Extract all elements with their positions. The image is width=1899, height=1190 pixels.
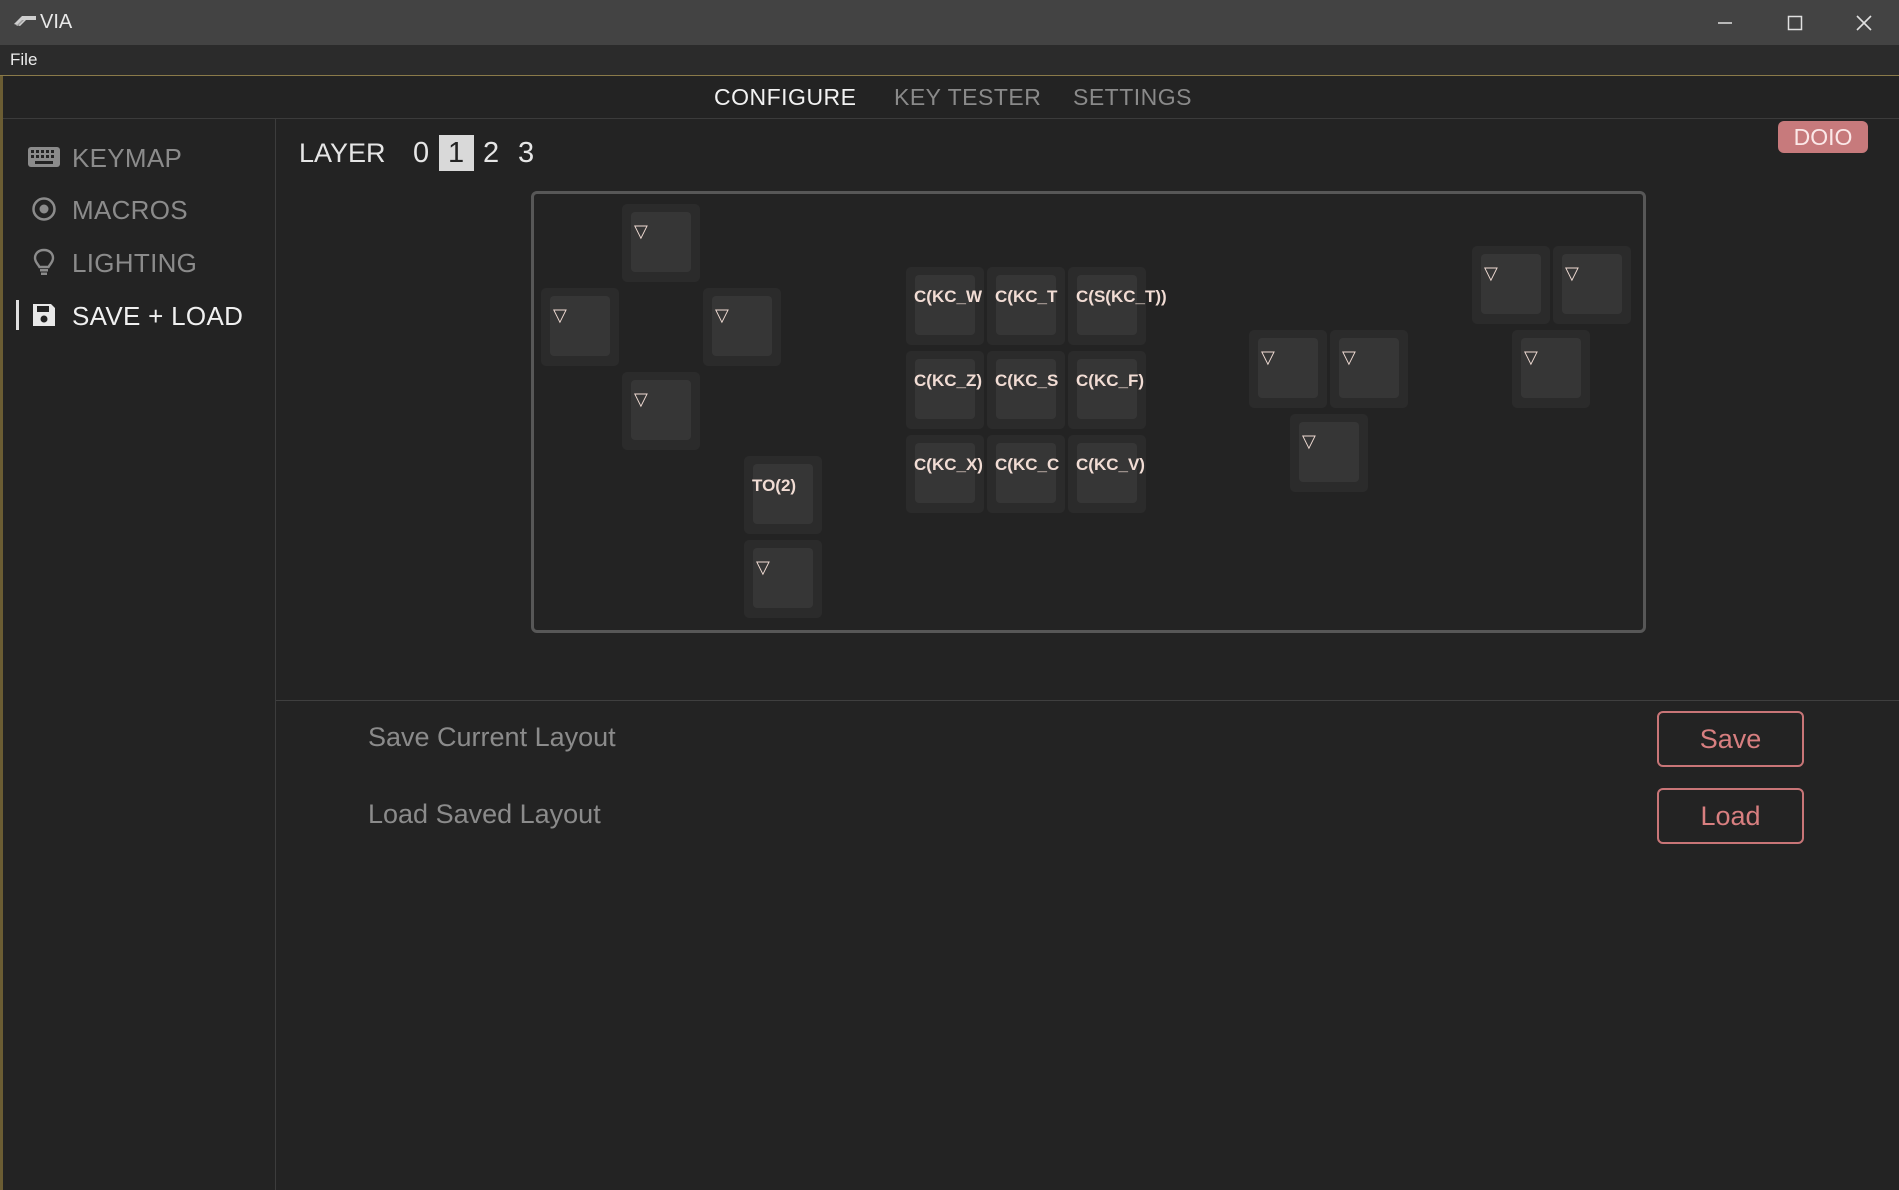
app-logo-icon — [14, 16, 36, 26]
key-grid-6[interactable]: C(KC_F) — [1068, 351, 1146, 429]
menu-file[interactable]: File — [10, 50, 37, 70]
tab-settings[interactable]: SETTINGS — [1073, 84, 1192, 111]
key-label: TO(2) — [752, 476, 797, 495]
key-grid-2[interactable]: C(KC_T — [987, 267, 1065, 345]
save-button[interactable]: Save — [1657, 711, 1804, 767]
sidebar-item-save-load[interactable]: SAVE + LOAD — [3, 290, 275, 340]
key-grid-7[interactable]: C(KC_X) — [906, 435, 984, 513]
key-label: ▽ — [715, 305, 729, 325]
sidebar-item-macros[interactable]: MACROS — [3, 184, 275, 234]
key-dpad-up[interactable]: ▽ — [622, 204, 700, 282]
menu-bar: File — [0, 45, 1899, 76]
layer-2-button[interactable]: 2 — [474, 135, 509, 171]
sidebar-item-label: MACROS — [72, 195, 188, 225]
save-current-layout-label: Save Current Layout — [368, 722, 616, 752]
sidebar: KEYMAP MACROS LIGHTING SAVE + LOAD — [3, 119, 276, 1190]
device-brand-badge: DOIO — [1778, 121, 1868, 153]
close-button[interactable] — [1829, 0, 1899, 45]
key-dpad-down[interactable]: ▽ — [622, 372, 700, 450]
layer-0-button[interactable]: 0 — [404, 135, 439, 171]
window-title: VIA — [40, 11, 73, 33]
key-label: C(KC_X) — [914, 455, 983, 474]
minimize-button[interactable] — [1690, 0, 1760, 45]
key-label: ▽ — [1342, 347, 1356, 367]
key-label: ▽ — [756, 557, 770, 577]
key-label: ▽ — [1565, 263, 1579, 283]
key-grid-4[interactable]: C(KC_Z) — [906, 351, 984, 429]
key-label: ▽ — [1484, 263, 1498, 283]
key-grid-5[interactable]: C(KC_S — [987, 351, 1065, 429]
layer-3-button[interactable]: 3 — [509, 135, 544, 171]
tab-configure[interactable]: CONFIGURE — [714, 84, 857, 111]
key-label: C(KC_Z) — [914, 371, 982, 390]
key-label: C(KC_T — [995, 287, 1058, 306]
lightbulb-icon — [27, 248, 61, 275]
layer-selector: LAYER 0 1 2 3 — [299, 135, 544, 171]
floppy-disk-icon — [27, 302, 61, 328]
key-label: ▽ — [1302, 431, 1316, 451]
close-icon — [1856, 14, 1872, 31]
sidebar-item-label: SAVE + LOAD — [72, 301, 244, 331]
key-label: C(KC_S — [995, 371, 1059, 390]
key-grid-9[interactable]: C(KC_V) — [1068, 435, 1146, 513]
key-label: C(KC_C — [995, 455, 1060, 474]
circle-dot-icon — [27, 196, 61, 222]
key-mid-3[interactable]: ▽ — [1290, 414, 1368, 492]
key-below-to2[interactable]: ▽ — [744, 540, 822, 618]
key-label: ▽ — [553, 305, 567, 325]
sidebar-item-keymap[interactable]: KEYMAP — [3, 132, 275, 182]
section-divider — [276, 700, 1899, 701]
sidebar-item-label: KEYMAP — [72, 143, 183, 173]
layer-label: LAYER — [299, 137, 386, 168]
key-right-2[interactable]: ▽ — [1553, 246, 1631, 324]
keyboard-icon — [27, 144, 61, 170]
key-to2[interactable]: TO(2) — [744, 456, 822, 534]
key-right-3[interactable]: ▽ — [1512, 330, 1590, 408]
key-label: ▽ — [634, 389, 648, 409]
key-grid-1[interactable]: C(KC_W — [906, 267, 984, 345]
key-right-1[interactable]: ▽ — [1472, 246, 1550, 324]
sidebar-item-lighting[interactable]: LIGHTING — [3, 237, 275, 287]
key-grid-3[interactable]: C(S(KC_T)) — [1068, 267, 1167, 345]
key-label: ▽ — [634, 221, 648, 241]
key-grid-8[interactable]: C(KC_C — [987, 435, 1065, 513]
title-bar: VIA — [0, 0, 1899, 45]
key-label: C(KC_W — [914, 287, 982, 306]
maximize-icon — [1787, 15, 1803, 30]
key-mid-2[interactable]: ▽ — [1330, 330, 1408, 408]
load-saved-layout-label: Load Saved Layout — [368, 799, 601, 829]
key-label: C(S(KC_T)) — [1076, 287, 1167, 306]
key-dpad-left[interactable]: ▽ — [541, 288, 619, 366]
maximize-button[interactable] — [1760, 0, 1830, 45]
key-label: C(KC_F) — [1076, 371, 1144, 390]
key-label: C(KC_V) — [1076, 455, 1145, 474]
layer-1-button[interactable]: 1 — [438, 135, 474, 171]
sidebar-item-label: LIGHTING — [72, 248, 198, 278]
tab-key-tester[interactable]: KEY TESTER — [894, 84, 1041, 111]
key-dpad-right[interactable]: ▽ — [703, 288, 781, 366]
minimize-icon — [1718, 21, 1732, 24]
load-button[interactable]: Load — [1657, 788, 1804, 844]
key-label: ▽ — [1261, 347, 1275, 367]
keyboard-layout: ▽ ▽ ▽ ▽ TO(2) ▽ C(KC_W C(KC_T C(S(KC_T))… — [531, 191, 1646, 633]
key-mid-1[interactable]: ▽ — [1249, 330, 1327, 408]
top-navigation: CONFIGURE KEY TESTER SETTINGS — [3, 76, 1899, 119]
key-label: ▽ — [1524, 347, 1538, 367]
